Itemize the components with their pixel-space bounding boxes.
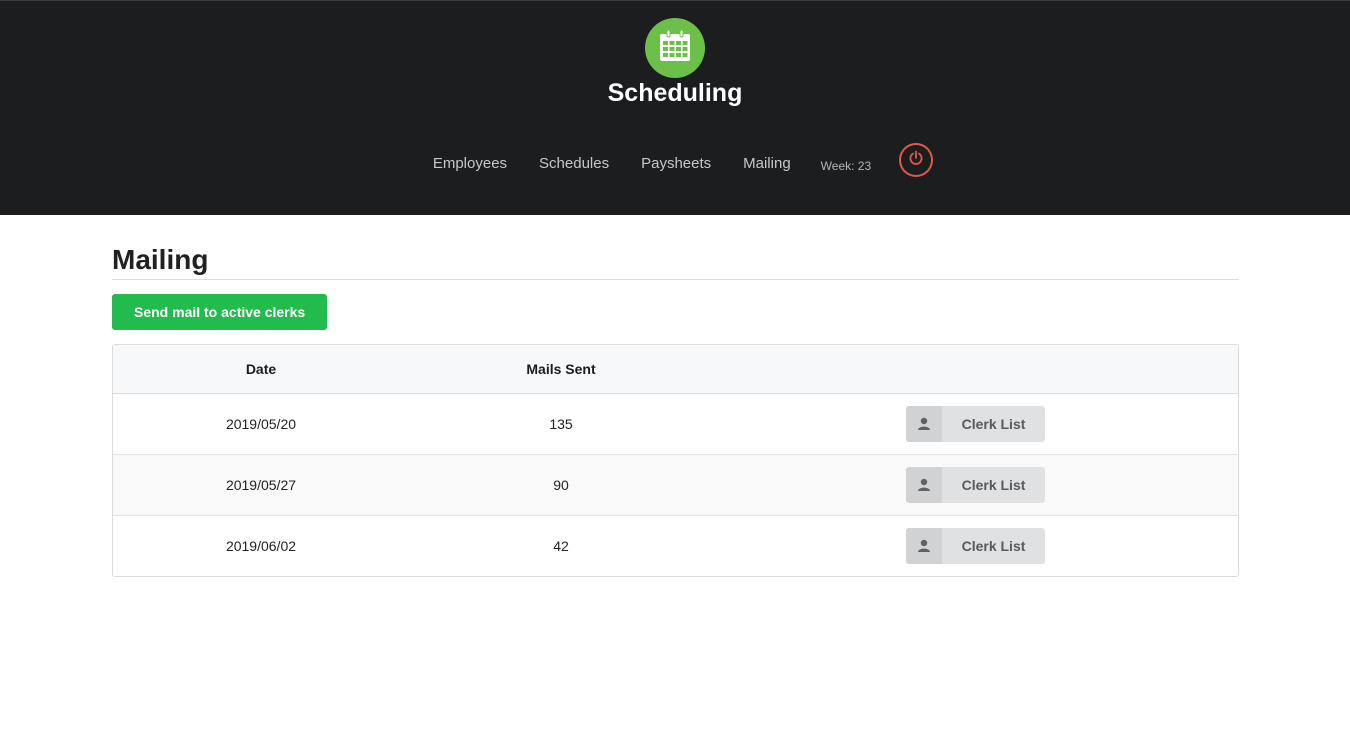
user-icon — [905, 467, 942, 503]
cell-actions: Clerk List — [713, 454, 1238, 516]
user-icon — [905, 406, 942, 442]
nav-schedules[interactable]: Schedules — [539, 146, 609, 182]
column-header-date[interactable]: Date — [113, 345, 409, 394]
cell-mails-sent: 42 — [409, 515, 713, 576]
clerk-list-label: Clerk List — [961, 477, 1026, 493]
logout-button[interactable] — [899, 143, 934, 177]
calendar-icon — [658, 29, 692, 68]
nav-paysheets[interactable]: Paysheets — [641, 146, 711, 182]
clerk-list-button[interactable]: Clerk List — [905, 467, 1046, 503]
cell-date: 2019/06/02 — [113, 515, 409, 576]
main-content: Mailing Send mail to active clerks Date … — [112, 236, 1239, 577]
top-header: Scheduling Employees Schedules Paysheets… — [0, 0, 1350, 215]
table-header-row: Date Mails Sent — [113, 345, 1238, 394]
cell-date: 2019/05/27 — [113, 454, 409, 516]
clerk-list-button[interactable]: Clerk List — [905, 406, 1046, 442]
cell-date: 2019/05/20 — [225, 416, 297, 432]
column-header-mails-sent[interactable]: Mails Sent — [409, 345, 713, 394]
cell-mails-sent: 90 — [409, 454, 713, 516]
nav-mailing[interactable]: Mailing — [743, 146, 791, 182]
clerk-list-label: Clerk List — [961, 416, 1026, 432]
clerk-list-button[interactable]: Clerk List — [905, 528, 1046, 564]
cell-actions: Clerk List — [713, 515, 1238, 576]
column-header-actions — [713, 345, 1238, 394]
week-indicator: Week: 23 — [820, 158, 872, 173]
clerk-list-label: Clerk List — [961, 538, 1026, 554]
cell-mails-sent: 135 — [549, 416, 573, 432]
table-row: 2019/06/02 42 Clerk List — [113, 515, 1238, 576]
user-icon — [905, 528, 942, 564]
nav-employees[interactable]: Employees — [433, 146, 507, 182]
power-icon — [908, 150, 924, 171]
main-nav: Employees Schedules Paysheets Mailing We… — [0, 143, 1350, 182]
app-logo — [645, 18, 705, 78]
mailing-table: Date Mails Sent 2019/05/20 135 Clerk Lis… — [112, 344, 1239, 577]
page-title: Mailing — [112, 236, 1239, 280]
send-mail-button[interactable]: Send mail to active clerks — [112, 294, 328, 330]
table-row: 2019/05/27 90 Clerk List — [113, 454, 1238, 516]
cell-actions: Clerk List — [713, 394, 1238, 455]
app-title: Scheduling — [607, 79, 743, 107]
table-row: 2019/05/20 135 Clerk List — [113, 394, 1238, 455]
